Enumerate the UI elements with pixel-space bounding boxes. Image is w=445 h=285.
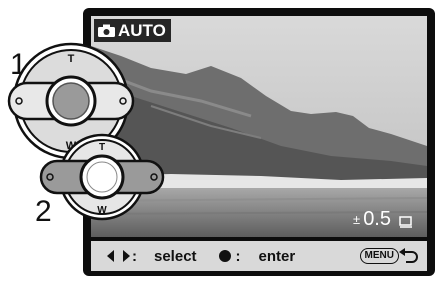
mode-label: AUTO	[118, 20, 166, 40]
exposure-sign: ±	[353, 212, 361, 227]
guide-bar: : select : enter MENU	[91, 241, 427, 271]
select-label: select	[154, 247, 197, 265]
enter-label: enter	[258, 247, 296, 265]
enter-hint: : enter	[218, 247, 296, 265]
drive-mode-icon	[399, 216, 413, 228]
camera-icon	[98, 24, 115, 37]
zoom-wide-label-2: W	[97, 205, 107, 216]
menu-key: MENU	[359, 248, 399, 264]
exposure-value: 0.5	[363, 208, 391, 230]
controller-dial-2: T W	[38, 133, 166, 226]
zoom-tele-label: T	[68, 53, 75, 65]
zoom-tele-label-2: T	[99, 142, 105, 153]
left-right-arrows-icon	[107, 250, 130, 262]
mode-indicator: AUTO	[94, 19, 171, 42]
return-arrow-icon	[399, 248, 418, 263]
center-button-icon	[218, 250, 231, 262]
exposure-compensation: ± 0.5	[353, 208, 391, 231]
select-hint: : select	[107, 248, 197, 265]
menu-return-hint: MENU	[359, 248, 419, 264]
